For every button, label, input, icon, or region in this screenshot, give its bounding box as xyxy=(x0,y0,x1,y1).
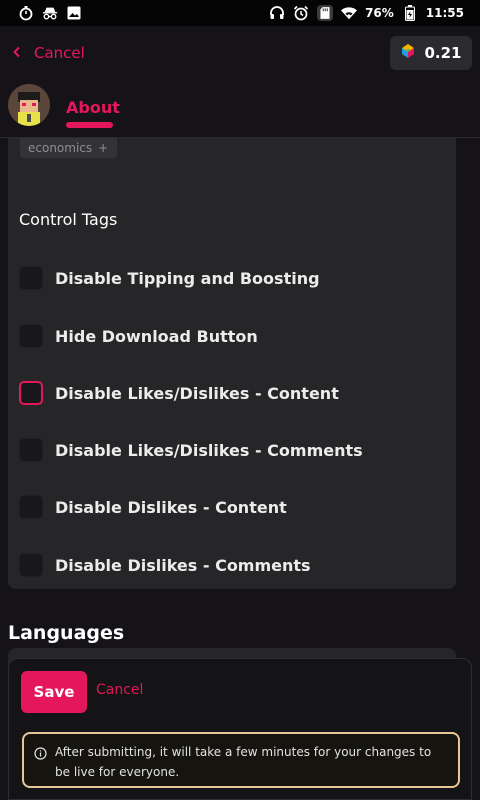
sd-card-icon xyxy=(317,5,334,21)
stopwatch-icon xyxy=(18,5,34,21)
settings-card: economics + Control Tags Disable Tipping… xyxy=(8,138,456,589)
headphones-icon xyxy=(269,5,285,21)
battery-percent: 76% xyxy=(365,6,394,20)
submit-notice-text: After submitting, it will take a few min… xyxy=(55,745,432,779)
image-icon xyxy=(66,5,82,21)
checkbox-label: Disable Dislikes - Comments xyxy=(55,555,311,575)
tag-chip-economics[interactable]: economics + xyxy=(20,138,118,158)
checkbox[interactable] xyxy=(19,266,43,290)
status-right-icons: 76% 11:55 xyxy=(269,5,464,21)
checkbox-label: Disable Tipping and Boosting xyxy=(55,268,320,288)
alarm-icon xyxy=(293,5,309,21)
checkbox[interactable] xyxy=(19,324,43,348)
save-action-panel: Save Cancel After submitting, it will ta… xyxy=(8,658,472,800)
chevron-left-icon xyxy=(12,44,22,62)
checkbox[interactable] xyxy=(19,495,43,519)
control-tags-title: Control Tags xyxy=(19,210,118,229)
checkbox-label: Disable Likes/Dislikes - Comments xyxy=(55,440,363,460)
cancel-button[interactable]: Cancel xyxy=(96,682,143,698)
languages-title: Languages xyxy=(8,622,125,644)
checkbox-label: Hide Download Button xyxy=(55,326,258,346)
clock-time: 11:55 xyxy=(425,6,464,20)
tab-about[interactable]: About xyxy=(66,98,120,117)
wallet-balance-value: 0.21 xyxy=(424,44,462,62)
status-bar: 76% 11:55 xyxy=(0,0,480,26)
control-tag-row[interactable]: Disable Dislikes - Content xyxy=(19,494,287,520)
control-tag-row[interactable]: Hide Download Button xyxy=(19,323,258,349)
status-left-icons xyxy=(18,5,82,21)
checkbox[interactable] xyxy=(19,381,43,405)
wifi-icon xyxy=(341,5,358,21)
info-icon xyxy=(34,745,47,760)
battery-icon xyxy=(402,5,418,21)
save-button[interactable]: Save xyxy=(21,671,87,713)
control-tag-row[interactable]: Disable Likes/Dislikes - Content xyxy=(19,380,339,406)
lbc-logo-icon xyxy=(400,43,416,63)
checkbox[interactable] xyxy=(19,438,43,462)
control-tag-row[interactable]: Disable Likes/Dislikes - Comments xyxy=(19,437,363,463)
submit-notice: After submitting, it will take a few min… xyxy=(22,732,460,788)
channel-avatar[interactable] xyxy=(8,84,50,126)
tag-chip-label: economics xyxy=(28,141,93,155)
top-header: Cancel 0.21 About xyxy=(0,26,480,138)
control-tag-row[interactable]: Disable Dislikes - Comments xyxy=(19,552,311,578)
checkbox-label: Disable Likes/Dislikes - Content xyxy=(55,383,339,403)
wallet-balance-button[interactable]: 0.21 xyxy=(390,36,472,70)
checkbox[interactable] xyxy=(19,553,43,577)
incognito-icon xyxy=(42,5,58,21)
header-cancel-label: Cancel xyxy=(34,44,85,62)
header-cancel-button[interactable]: Cancel xyxy=(12,44,85,62)
tag-add-icon[interactable]: + xyxy=(98,141,108,155)
checkbox-label: Disable Dislikes - Content xyxy=(55,497,287,517)
control-tag-row[interactable]: Disable Tipping and Boosting xyxy=(19,265,320,291)
active-tab-indicator xyxy=(66,122,113,128)
